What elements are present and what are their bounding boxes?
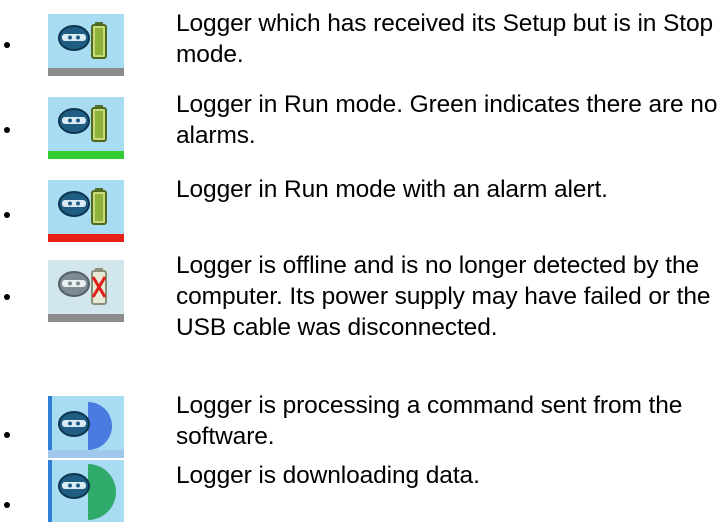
logger-downloading-icon [48, 460, 124, 522]
bullet [4, 432, 10, 438]
bullet [4, 127, 10, 133]
logger-alarm-icon [48, 180, 124, 242]
status-description: Logger in Run mode. Green indicates ther… [176, 91, 718, 149]
status-description: Logger in Run mode with an alarm alert. [176, 176, 608, 203]
bullet [4, 42, 10, 48]
logger-stopped-icon [48, 14, 124, 76]
status-description: Logger is downloading data. [176, 462, 480, 489]
bullet [4, 294, 10, 300]
bullet [4, 502, 10, 508]
status-description: Logger which has received its Setup but … [176, 10, 714, 68]
logger-processing-icon [48, 396, 124, 458]
status-description: Logger is processing a command sent from… [176, 392, 683, 450]
logger-running-icon [48, 97, 124, 159]
status-description: Logger is offline and is no longer detec… [176, 252, 711, 341]
logger-offline-icon [48, 260, 124, 322]
bullet [4, 212, 10, 218]
